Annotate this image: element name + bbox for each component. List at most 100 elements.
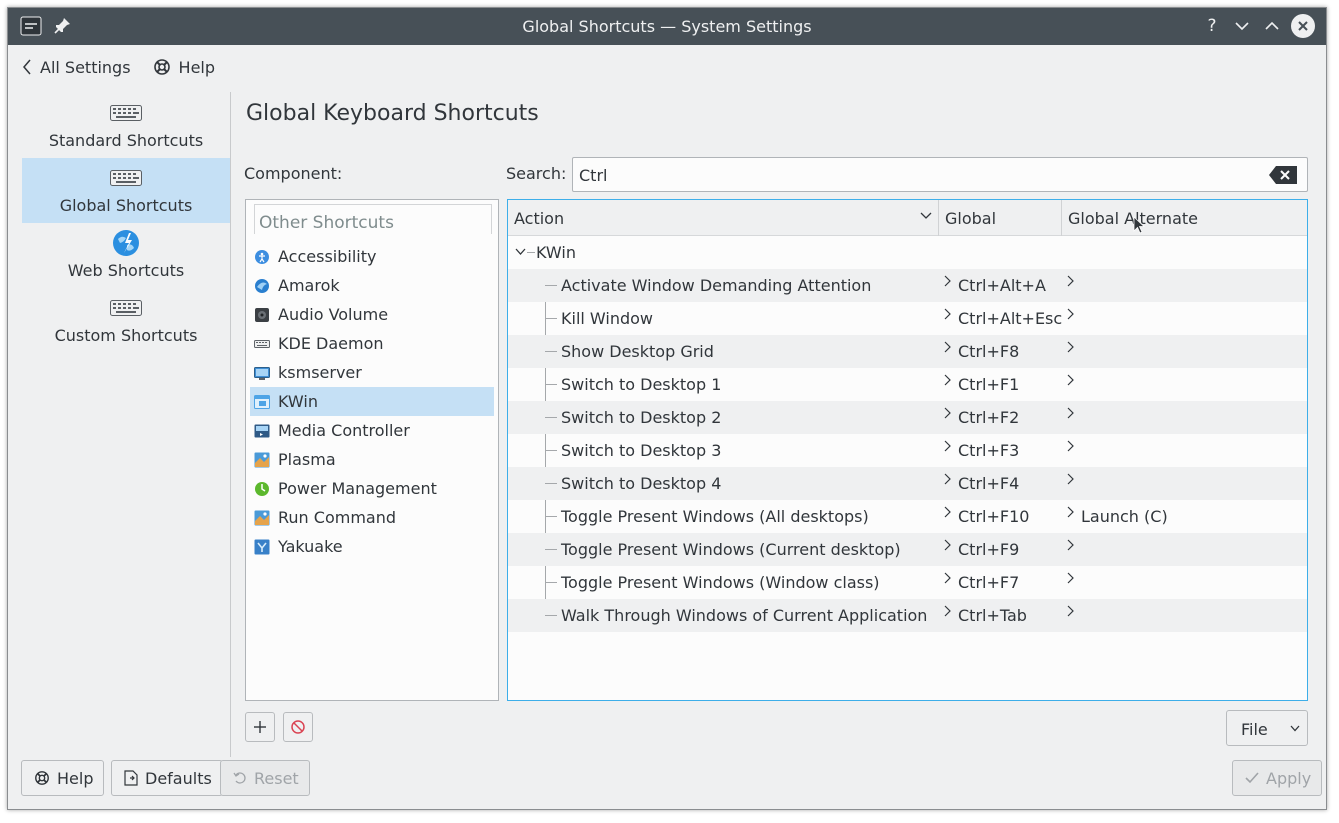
global-shortcut-cell[interactable]: Ctrl+F8 — [958, 342, 1019, 361]
shortcut-row[interactable]: Toggle Present Windows (All desktops) Ct… — [508, 500, 1307, 533]
component-item-label: ksmserver — [278, 363, 362, 382]
context-help-button[interactable]: ? — [1200, 14, 1224, 38]
tree-branch-line — [545, 483, 557, 484]
chevron-right-icon[interactable] — [944, 308, 951, 320]
chevron-right-icon[interactable] — [944, 374, 951, 386]
shortcut-row[interactable]: Switch to Desktop 1 Ctrl+F1 — [508, 368, 1307, 401]
shortcuts-tree[interactable]: Action Global Global Alternate KWin Acti… — [507, 199, 1308, 701]
column-header-label: Action — [514, 209, 565, 228]
global-shortcut-cell[interactable]: Ctrl+F1 — [958, 375, 1019, 394]
sidebar-item-web-shortcuts[interactable]: Web Shortcuts — [22, 223, 230, 288]
shortcut-row[interactable]: Walk Through Windows of Current Applicat… — [508, 599, 1307, 632]
component-item-plasma[interactable]: Plasma — [250, 445, 494, 474]
chevron-right-icon[interactable] — [1067, 539, 1074, 551]
component-item-audio-volume[interactable]: Audio Volume — [250, 300, 494, 329]
tree-group-row[interactable]: KWin — [508, 236, 1307, 269]
global-shortcut-cell[interactable]: Ctrl+F10 — [958, 507, 1029, 526]
column-header-global[interactable]: Global — [939, 200, 1062, 236]
help-button[interactable]: Help — [21, 760, 105, 796]
chevron-right-icon[interactable] — [944, 572, 951, 584]
title-bar[interactable]: Global Shortcuts — System Settings ? — [8, 8, 1326, 45]
chevron-right-icon[interactable] — [1067, 308, 1074, 320]
chevron-right-icon[interactable] — [944, 407, 951, 419]
alternate-shortcut-cell[interactable]: Launch (C) — [1081, 507, 1168, 526]
defaults-button[interactable]: Defaults — [111, 760, 223, 796]
shortcut-row[interactable]: Switch to Desktop 4 Ctrl+F4 — [508, 467, 1307, 500]
component-list[interactable]: Other Shortcuts Accessibility Amarok Aud… — [245, 199, 499, 701]
apply-button[interactable]: Apply — [1232, 760, 1323, 796]
global-shortcut-cell[interactable]: Ctrl+F7 — [958, 573, 1019, 592]
component-item-label: Media Controller — [278, 421, 410, 440]
chevron-right-icon[interactable] — [1067, 407, 1074, 419]
chevron-right-icon[interactable] — [944, 440, 951, 452]
system-settings-window: Global Shortcuts — System Settings ? All… — [7, 7, 1327, 810]
chevron-right-icon[interactable] — [1067, 473, 1074, 485]
component-item-power-management[interactable]: Power Management — [250, 474, 494, 503]
shortcut-row[interactable]: Show Desktop Grid Ctrl+F8 — [508, 335, 1307, 368]
component-item-label: Yakuake — [278, 537, 343, 556]
sidebar-item-standard-shortcuts[interactable]: Standard Shortcuts — [22, 93, 230, 158]
chevron-right-icon[interactable] — [1067, 506, 1074, 518]
file-menu-button[interactable]: File — [1226, 710, 1308, 746]
keyboard-icon — [110, 296, 142, 320]
component-item-kde-daemon[interactable]: KDE Daemon — [250, 329, 494, 358]
global-shortcut-cell[interactable]: Ctrl+Alt+Esc — [958, 309, 1062, 328]
yakuake-icon — [254, 539, 270, 554]
minimize-button[interactable] — [1230, 14, 1254, 38]
sidebar-item-label: Global Shortcuts — [59, 196, 193, 215]
component-item-run-command[interactable]: Run Command — [250, 503, 494, 532]
chevron-right-icon[interactable] — [944, 473, 951, 485]
global-shortcut-cell[interactable]: Ctrl+F9 — [958, 540, 1019, 559]
chevron-right-icon[interactable] — [944, 605, 951, 617]
toolbar-help-button[interactable]: Help — [153, 58, 215, 77]
component-item-kwin[interactable]: KWin — [250, 387, 494, 416]
component-item-media-controller[interactable]: Media Controller — [250, 416, 494, 445]
shortcut-row[interactable]: Switch to Desktop 2 Ctrl+F2 — [508, 401, 1307, 434]
remove-component-button[interactable] — [283, 712, 313, 742]
reset-button[interactable]: Reset — [220, 760, 310, 796]
chevron-right-icon[interactable] — [944, 341, 951, 353]
chevron-right-icon[interactable] — [1067, 440, 1074, 452]
clear-search-icon[interactable] — [1267, 164, 1299, 186]
action-cell: Toggle Present Windows (Current desktop) — [561, 540, 901, 559]
close-button[interactable] — [1291, 14, 1315, 38]
chevron-right-icon[interactable] — [1067, 275, 1074, 287]
maximize-button[interactable] — [1260, 14, 1284, 38]
chevron-right-icon[interactable] — [944, 275, 951, 287]
tree-branch-line — [545, 549, 557, 550]
search-input[interactable] — [579, 164, 1259, 186]
column-header-global-alternate[interactable]: Global Alternate — [1062, 200, 1308, 236]
shortcut-row[interactable]: Kill Window Ctrl+Alt+Esc — [508, 302, 1307, 335]
component-item-ksmserver[interactable]: ksmserver — [250, 358, 494, 387]
sidebar-item-custom-shortcuts[interactable]: Custom Shortcuts — [22, 288, 230, 353]
component-item-yakuake[interactable]: Yakuake — [250, 532, 494, 561]
chevron-right-icon[interactable] — [1067, 341, 1074, 353]
component-item-accessibility[interactable]: Accessibility — [250, 242, 494, 271]
chevron-right-icon[interactable] — [1067, 374, 1074, 386]
global-shortcut-cell[interactable]: Ctrl+F3 — [958, 441, 1019, 460]
global-shortcut-cell[interactable]: Ctrl+F2 — [958, 408, 1019, 427]
column-header-action[interactable]: Action — [508, 200, 939, 236]
add-component-button[interactable] — [245, 712, 275, 742]
global-shortcut-cell[interactable]: Ctrl+Tab — [958, 606, 1027, 625]
shortcut-row[interactable]: Toggle Present Windows (Window class) Ct… — [508, 566, 1307, 599]
chevron-right-icon[interactable] — [944, 506, 951, 518]
shortcut-row[interactable]: Activate Window Demanding Attention Ctrl… — [508, 269, 1307, 302]
shortcut-row[interactable]: Switch to Desktop 3 Ctrl+F3 — [508, 434, 1307, 467]
chevron-right-icon[interactable] — [944, 539, 951, 551]
global-shortcut-cell[interactable]: Ctrl+F4 — [958, 474, 1019, 493]
component-item-amarok[interactable]: Amarok — [250, 271, 494, 300]
action-cell: Switch to Desktop 1 — [561, 375, 722, 394]
chevron-right-icon[interactable] — [1067, 605, 1074, 617]
keyboard-icon — [110, 101, 142, 125]
component-item-label: Power Management — [278, 479, 437, 498]
action-cell: Toggle Present Windows (All desktops) — [561, 507, 869, 526]
tree-branch-line — [545, 318, 557, 319]
action-cell: Switch to Desktop 4 — [561, 474, 722, 493]
all-settings-button[interactable]: All Settings — [22, 58, 131, 77]
sidebar-item-global-shortcuts[interactable]: Global Shortcuts — [22, 158, 230, 223]
search-field[interactable] — [572, 157, 1308, 192]
global-shortcut-cell[interactable]: Ctrl+Alt+A — [958, 276, 1046, 295]
shortcut-row[interactable]: Toggle Present Windows (Current desktop)… — [508, 533, 1307, 566]
chevron-right-icon[interactable] — [1067, 572, 1074, 584]
